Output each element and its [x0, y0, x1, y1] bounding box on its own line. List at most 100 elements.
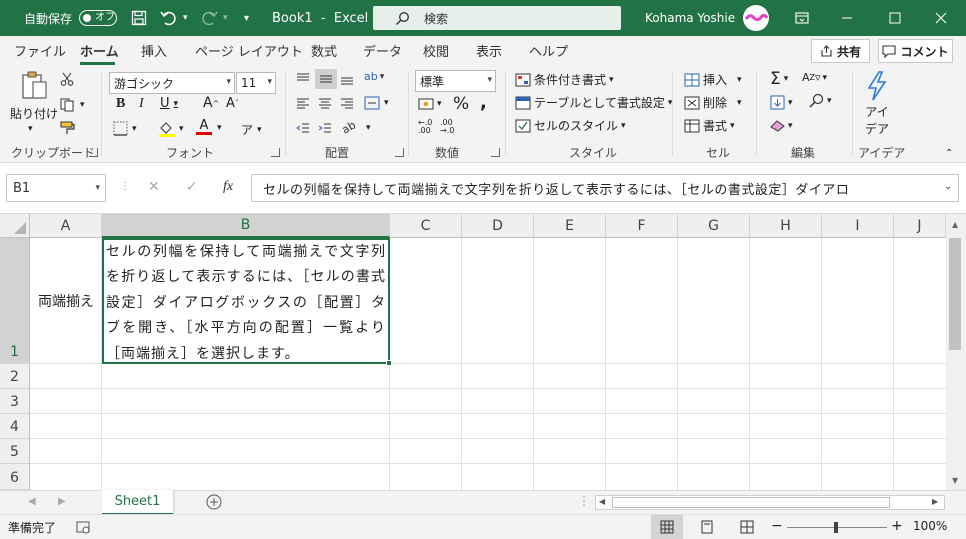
- select-all-corner[interactable]: [0, 214, 30, 238]
- column-header-f[interactable]: F: [606, 214, 678, 238]
- formula-input[interactable]: セルの列幅を保持して両端揃えで文字列を折り返して表示するには、［セルの書式設定］…: [251, 174, 959, 202]
- format-as-table-button[interactable]: テーブルとして書式設定 ▾: [515, 94, 672, 111]
- avatar[interactable]: [743, 5, 769, 31]
- decrease-indent-icon[interactable]: [296, 122, 310, 136]
- horizontal-scroll-thumb[interactable]: [612, 497, 890, 508]
- undo-dropdown-icon[interactable]: ▾: [183, 0, 188, 36]
- scroll-right-icon[interactable]: ▶: [932, 497, 938, 506]
- format-painter-icon[interactable]: [60, 121, 76, 135]
- zoom-slider[interactable]: [787, 522, 887, 533]
- tab-data[interactable]: データ: [363, 41, 402, 60]
- save-icon[interactable]: [131, 0, 147, 36]
- collapse-ribbon-icon[interactable]: ⌃: [945, 148, 953, 159]
- row-header-3[interactable]: 3: [0, 389, 30, 414]
- alignment-launcher-icon[interactable]: [395, 148, 404, 157]
- bold-button[interactable]: B: [116, 96, 125, 112]
- bottom-align-icon[interactable]: [340, 72, 354, 86]
- cell-a1[interactable]: 両端揃え: [30, 238, 102, 363]
- orientation-dropdown-icon[interactable]: ▾: [366, 123, 371, 133]
- column-header-c[interactable]: C: [390, 214, 462, 238]
- sort-filter-icon[interactable]: A Z ▿ ▾: [802, 71, 827, 84]
- tab-page-layout[interactable]: ページ レイアウト: [195, 41, 303, 60]
- customize-qat-icon[interactable]: ▾: [244, 0, 249, 36]
- next-sheet-icon[interactable]: ▶: [58, 496, 66, 507]
- tab-help[interactable]: ヘルプ: [529, 41, 568, 60]
- increase-font-icon[interactable]: A ^: [203, 95, 219, 111]
- close-icon[interactable]: [935, 0, 947, 36]
- middle-align-icon[interactable]: [315, 69, 337, 89]
- ideas-button[interactable]: アイ デア: [862, 71, 892, 137]
- tab-review[interactable]: 校閲: [423, 41, 449, 60]
- font-color-icon[interactable]: A: [196, 119, 212, 135]
- percent-style-icon[interactable]: %: [453, 94, 469, 114]
- row-header-1[interactable]: 1: [0, 238, 30, 364]
- paste-dropdown-icon[interactable]: ▾: [28, 124, 33, 134]
- cell-styles-button[interactable]: セルのスタイル ▾: [515, 117, 626, 134]
- user-name[interactable]: Kohama Yoshie: [645, 0, 735, 36]
- clear-icon[interactable]: ▾: [770, 119, 793, 132]
- fill-handle[interactable]: [386, 360, 392, 366]
- tab-file[interactable]: ファイル: [14, 41, 66, 60]
- autosum-icon[interactable]: Σ ▾: [770, 69, 788, 89]
- merge-center-icon[interactable]: ▾: [364, 96, 389, 110]
- sheet-tab[interactable]: Sheet1: [102, 490, 173, 515]
- vertical-scrollbar[interactable]: ▲ ▼: [946, 214, 966, 490]
- column-header-b[interactable]: B: [102, 214, 390, 238]
- scroll-left-icon[interactable]: ◀: [599, 497, 605, 506]
- new-sheet-icon[interactable]: [206, 494, 222, 510]
- decrease-font-icon[interactable]: Aˇ: [226, 96, 239, 111]
- decrease-decimal-icon[interactable]: .00 →.0: [440, 119, 454, 135]
- font-color-dropdown-icon[interactable]: ▾: [217, 123, 222, 133]
- name-box[interactable]: B1 ▾: [6, 174, 106, 202]
- increase-indent-icon[interactable]: [318, 122, 332, 136]
- scroll-up-icon[interactable]: ▲: [952, 220, 958, 229]
- minimize-icon[interactable]: [841, 0, 853, 36]
- row-header-2[interactable]: 2: [0, 364, 30, 389]
- column-header-g[interactable]: G: [678, 214, 750, 238]
- align-right-icon[interactable]: [340, 97, 354, 111]
- column-header-j[interactable]: J: [894, 214, 946, 238]
- tab-split-handle-icon[interactable]: ⋮: [578, 494, 590, 508]
- insert-function-icon[interactable]: fx: [223, 179, 233, 195]
- top-align-icon[interactable]: [296, 72, 310, 86]
- phonetic-icon[interactable]: ア ▾: [241, 121, 262, 138]
- prev-sheet-icon[interactable]: ◀: [28, 496, 36, 507]
- underline-button[interactable]: U ▾: [160, 96, 178, 111]
- column-header-h[interactable]: H: [750, 214, 822, 238]
- zoom-out-icon[interactable]: −: [771, 518, 783, 534]
- column-header-i[interactable]: I: [822, 214, 894, 238]
- cell-b1[interactable]: セルの列幅を保持して両端揃えで文字列を折り返して表示するには、［セルの書式設定］…: [102, 238, 390, 364]
- paste-button[interactable]: 貼り付け: [10, 70, 58, 130]
- comma-style-icon[interactable]: ,: [480, 92, 487, 113]
- formula-bar-handle-icon[interactable]: ⋮: [120, 181, 130, 192]
- font-launcher-icon[interactable]: [271, 148, 280, 157]
- undo-icon[interactable]: [160, 0, 178, 36]
- italic-button[interactable]: I: [139, 96, 144, 112]
- number-launcher-icon[interactable]: [491, 148, 500, 157]
- accounting-format-icon[interactable]: ▾: [418, 97, 442, 111]
- column-header-d[interactable]: D: [462, 214, 534, 238]
- macro-record-icon[interactable]: [76, 520, 90, 534]
- insert-cells-button[interactable]: 挿入 ▾: [684, 71, 742, 88]
- conditional-formatting-button[interactable]: 条件付き書式 ▾: [515, 71, 614, 88]
- page-layout-view-icon[interactable]: [700, 520, 714, 534]
- share-button[interactable]: 共有: [811, 39, 870, 63]
- tab-formulas[interactable]: 数式: [311, 41, 337, 60]
- increase-decimal-icon[interactable]: ←.0.00: [418, 119, 432, 135]
- orientation-text-icon[interactable]: ab: [340, 118, 358, 136]
- find-select-icon[interactable]: ▾: [808, 93, 832, 109]
- tab-home[interactable]: ホーム: [80, 41, 119, 60]
- column-header-e[interactable]: E: [534, 214, 606, 238]
- fill-icon[interactable]: ▾: [770, 95, 793, 110]
- maximize-icon[interactable]: [889, 0, 901, 36]
- font-name-combo[interactable]: 游ゴシック ▾: [109, 72, 235, 94]
- borders-icon[interactable]: ▾: [113, 121, 137, 136]
- orientation-icon[interactable]: ab ▾: [364, 70, 384, 83]
- page-break-view-icon[interactable]: [740, 520, 754, 534]
- expand-formula-bar-icon[interactable]: ⌄: [944, 181, 952, 192]
- delete-cells-button[interactable]: 削除 ▾: [684, 94, 742, 111]
- row-header-4[interactable]: 4: [0, 414, 30, 439]
- worksheet-grid[interactable]: A B C D E F G H I J 1 2 3 4 5 6 両端揃え セルの…: [0, 214, 966, 490]
- search-box[interactable]: 検索: [373, 6, 621, 30]
- ribbon-display-options-icon[interactable]: [795, 0, 809, 36]
